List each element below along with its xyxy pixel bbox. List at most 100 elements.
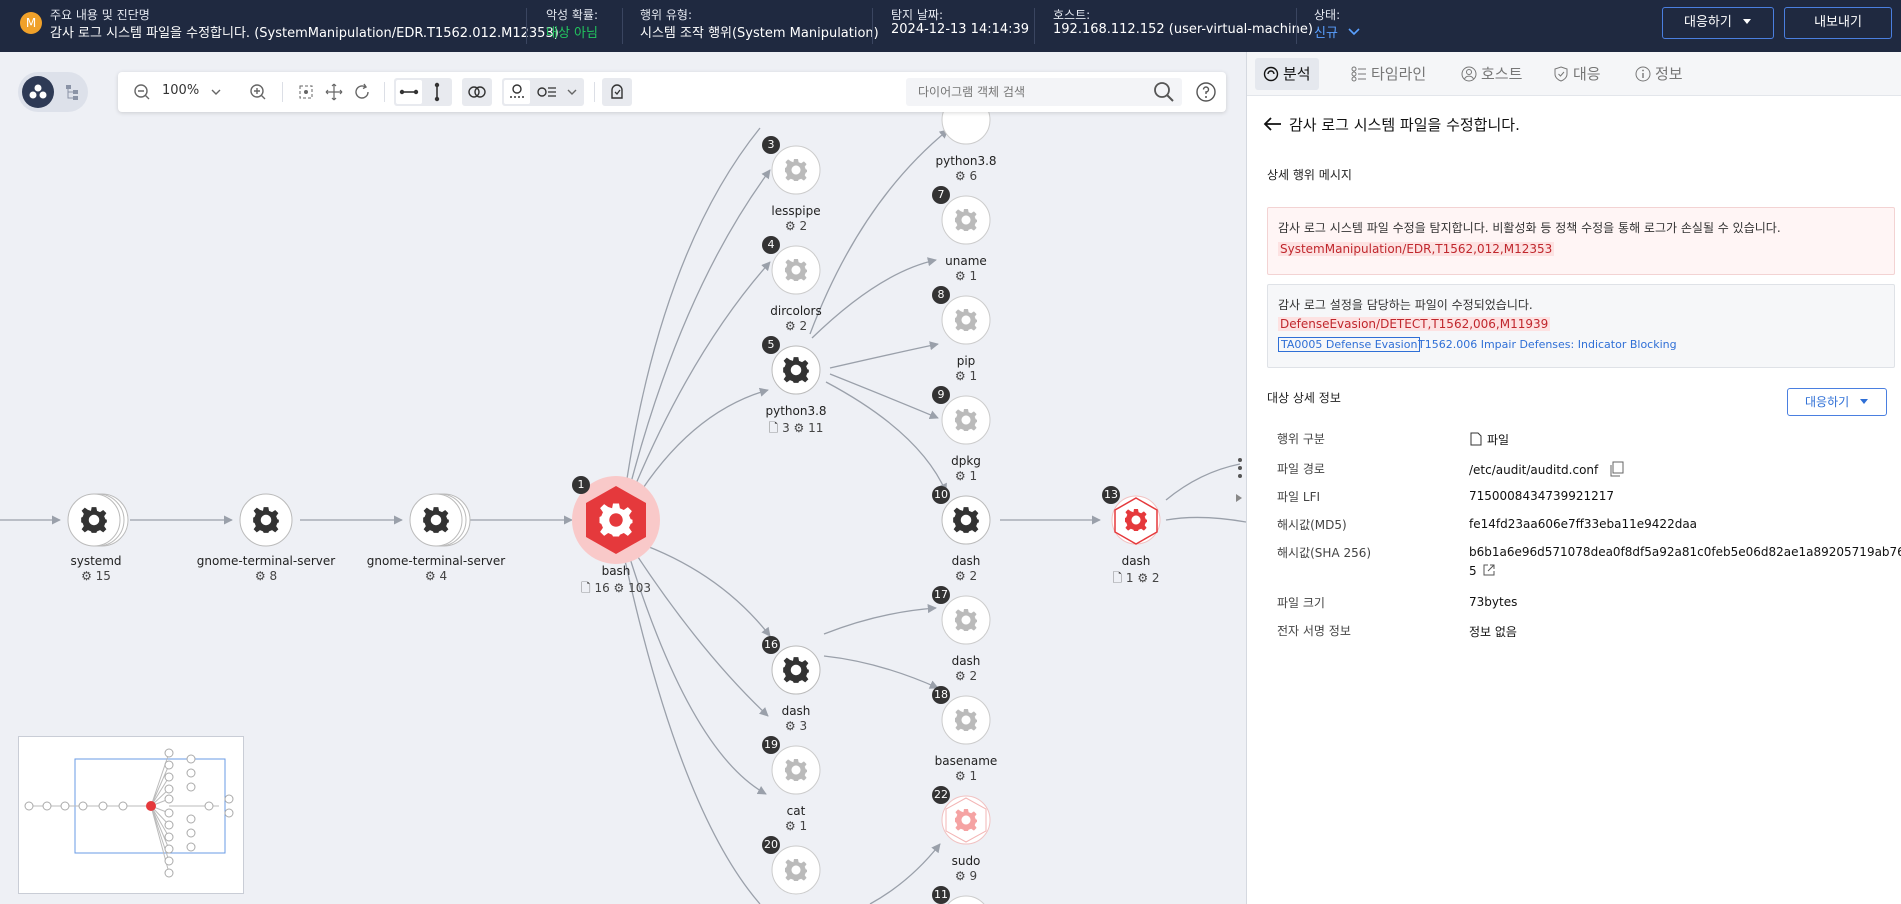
chevron-down-icon[interactable] bbox=[564, 80, 580, 104]
node-label: bash bbox=[601, 564, 631, 578]
node-badge: 7 bbox=[932, 186, 950, 204]
horizontal-layout-icon bbox=[399, 89, 419, 95]
fit-screen-icon[interactable] bbox=[294, 80, 318, 104]
node-label: pip bbox=[956, 354, 976, 368]
node-counts: ⚙ 1 bbox=[954, 269, 978, 283]
node-counts: ⚙ 9 bbox=[954, 869, 978, 883]
row-value: 73bytes bbox=[1469, 595, 1518, 609]
respond-button-label: 대응하기 bbox=[1684, 15, 1732, 30]
divider bbox=[1296, 8, 1297, 44]
tab-host[interactable]: 호스트 bbox=[1455, 58, 1528, 90]
node-label: cat bbox=[786, 804, 806, 818]
mitre-technique-link[interactable]: T1562.006 Impair Defenses: Indicator Blo… bbox=[1418, 338, 1677, 351]
row-value: 7150008434739921217 bbox=[1469, 489, 1615, 503]
node-badge: 17 bbox=[932, 586, 950, 604]
row-key: 파일 크기 bbox=[1277, 596, 1325, 610]
node-label-icon bbox=[510, 84, 524, 98]
help-icon[interactable] bbox=[1194, 80, 1218, 104]
node-counts: ⚙ 4 bbox=[424, 569, 448, 583]
back-arrow-icon[interactable] bbox=[1263, 116, 1283, 132]
info-icon bbox=[1635, 66, 1651, 82]
panel-respond-button[interactable]: 대응하기 bbox=[1787, 388, 1887, 416]
row-value: 정보 없음 bbox=[1469, 625, 1517, 639]
overlap-button[interactable] bbox=[462, 78, 492, 106]
node-badge: 4 bbox=[762, 236, 780, 254]
refresh-icon[interactable] bbox=[350, 80, 374, 104]
summary-value: 감사 로그 시스템 파일을 수정합니다. (SystemManipulation… bbox=[50, 26, 559, 41]
node-counts: ⚙ 1 bbox=[784, 819, 808, 833]
message-text: 감사 로그 설정을 담당하는 파일이 수정되었습니다. bbox=[1278, 298, 1533, 312]
node-badge: 5 bbox=[762, 336, 780, 354]
node-label: dash bbox=[1121, 554, 1151, 568]
detail-title: 감사 로그 시스템 파일을 수정합니다. bbox=[1263, 114, 1520, 135]
status-dropdown[interactable]: 신규 bbox=[1314, 22, 1360, 41]
tab-label: 분석 bbox=[1283, 65, 1311, 83]
cluster-icon bbox=[29, 84, 47, 99]
zoom-level[interactable]: 100% bbox=[162, 83, 199, 98]
node-detail-button[interactable] bbox=[532, 80, 562, 104]
malicious-value: 대상 아님 bbox=[546, 26, 598, 41]
row-value: 5 bbox=[1469, 564, 1477, 578]
export-button[interactable]: 내보내기 bbox=[1784, 7, 1892, 39]
row-key: 파일 경로 bbox=[1277, 462, 1325, 476]
row-value: fe14fd23aa606e7ff33eba11e9422daa bbox=[1469, 517, 1698, 531]
search-icon[interactable] bbox=[1152, 80, 1176, 104]
respond-button[interactable]: 대응하기 bbox=[1662, 7, 1774, 39]
node-label: dash bbox=[781, 704, 811, 718]
divider bbox=[526, 8, 527, 44]
zoom-out-icon[interactable] bbox=[130, 80, 154, 104]
node-badge: 20 bbox=[762, 836, 780, 854]
external-link-icon[interactable] bbox=[1482, 563, 1496, 577]
node-label: dpkg bbox=[951, 454, 981, 468]
diagram-toolbar: 100% bbox=[118, 72, 1226, 112]
status-value: 신규 bbox=[1314, 26, 1338, 41]
minimap-graph bbox=[24, 748, 234, 878]
row-key: 해시값(SHA 256) bbox=[1277, 546, 1372, 560]
node-label: sudo bbox=[951, 854, 981, 868]
vertical-layout-button[interactable] bbox=[424, 80, 450, 104]
chevron-down-icon[interactable] bbox=[208, 80, 224, 104]
tab-response[interactable]: 대응 bbox=[1547, 58, 1607, 90]
node-counts: ⚙ 2 bbox=[954, 569, 978, 583]
node-badge: 1 bbox=[572, 476, 590, 494]
node-detail-icon bbox=[537, 87, 556, 97]
behavior-type-value: 파일 bbox=[1469, 431, 1509, 448]
highlight-icon bbox=[611, 84, 623, 99]
status-label: 상태: bbox=[1314, 8, 1341, 22]
node-counts: ⚙ 2 bbox=[954, 669, 978, 683]
zoom-in-icon[interactable] bbox=[246, 80, 270, 104]
date-label: 탐지 날짜: bbox=[891, 8, 944, 22]
minimap[interactable] bbox=[18, 736, 244, 894]
diagram-search-input[interactable] bbox=[906, 78, 1182, 106]
vertical-layout-icon bbox=[434, 82, 440, 102]
horizontal-layout-button[interactable] bbox=[396, 80, 422, 104]
node-label: dash bbox=[951, 554, 981, 568]
node-counts: 🗋 3 ⚙ 11 bbox=[768, 421, 824, 435]
malicious-label: 악성 확률: bbox=[546, 8, 599, 22]
node-label-button[interactable] bbox=[504, 80, 530, 104]
detail-panel: 분석 타임라인 호스트 대응 정보 감사 로그 시스템 파일을 수정합니다. 상… bbox=[1246, 52, 1901, 904]
copy-icon[interactable] bbox=[1608, 461, 1624, 477]
highlight-button[interactable] bbox=[602, 78, 632, 106]
mitre-tactic-link[interactable]: TA0005 Defense Evasion bbox=[1278, 337, 1421, 352]
toolbar-divider bbox=[384, 82, 385, 102]
user-icon bbox=[1461, 66, 1477, 82]
graph-view-button[interactable] bbox=[22, 76, 54, 108]
tab-label: 호스트 bbox=[1481, 65, 1523, 83]
tree-view-button[interactable] bbox=[58, 76, 86, 108]
view-mode-switch bbox=[18, 72, 88, 112]
diagram-canvas[interactable]: 1 3 4 5 16 19 20 7 8 9 10 17 18 22 11 13… bbox=[0, 52, 1246, 904]
sha256-tail: 5 bbox=[1469, 563, 1496, 578]
row-value: /etc/audit/auditd.conf bbox=[1469, 463, 1599, 477]
message-text: 감사 로그 시스템 파일 수정을 탐지합니다. 비활성화 등 정책 수정을 통해… bbox=[1278, 221, 1781, 235]
node-badge: 13 bbox=[1102, 486, 1120, 504]
summary-label: 주요 내용 및 진단명 bbox=[50, 8, 150, 22]
detection-message-1: 감사 로그 시스템 파일 수정을 탐지합니다. 비활성화 등 정책 수정을 통해… bbox=[1267, 207, 1895, 275]
tab-timeline[interactable]: 타임라인 bbox=[1345, 58, 1432, 90]
move-icon[interactable] bbox=[322, 80, 346, 104]
tab-analysis[interactable]: 분석 bbox=[1255, 58, 1319, 90]
node-counts: ⚙ 6 bbox=[954, 169, 978, 183]
divider bbox=[872, 8, 873, 44]
tab-info[interactable]: 정보 bbox=[1629, 58, 1689, 90]
tab-label: 정보 bbox=[1655, 65, 1683, 83]
